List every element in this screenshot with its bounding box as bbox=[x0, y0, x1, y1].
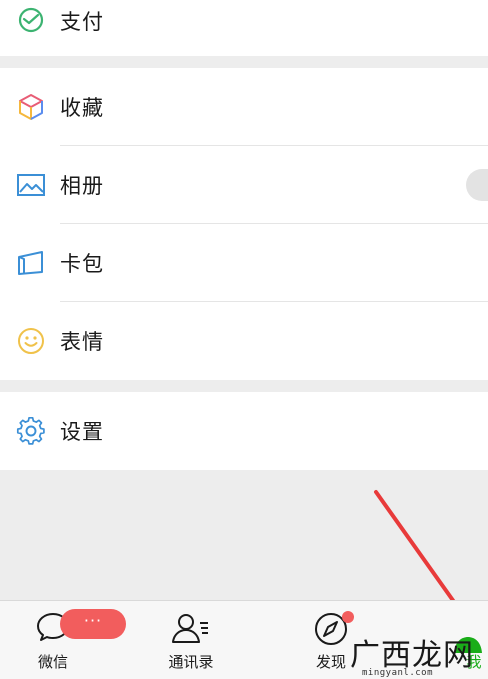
photo-icon bbox=[0, 172, 60, 198]
menu-item-stickers-label: 表情 bbox=[60, 330, 104, 354]
menu-item-favorites-label: 收藏 bbox=[60, 96, 104, 120]
menu-item-card-pack[interactable]: 卡包 bbox=[0, 224, 488, 302]
gear-icon bbox=[0, 416, 60, 446]
tab-contacts[interactable]: 通讯录 bbox=[146, 601, 236, 679]
cube-icon bbox=[0, 92, 60, 122]
menu-item-payment[interactable]: 支付 bbox=[0, 0, 488, 56]
features-group: 收藏 相册 卡包 表情 bbox=[0, 68, 488, 380]
unread-badge: ··· bbox=[60, 609, 126, 639]
menu-item-settings[interactable]: 设置 bbox=[0, 392, 488, 470]
menu-item-album[interactable]: 相册 bbox=[0, 146, 488, 224]
smiley-icon bbox=[0, 326, 60, 356]
wallet-icon bbox=[0, 249, 60, 277]
watermark-url: mingyanl.com bbox=[362, 668, 434, 678]
menu-item-favorites[interactable]: 收藏 bbox=[0, 68, 488, 146]
wechat-pay-icon bbox=[0, 0, 60, 34]
contacts-icon bbox=[171, 611, 211, 649]
menu-item-album-label: 相册 bbox=[60, 174, 104, 198]
settings-group: 设置 bbox=[0, 392, 488, 470]
tab-contacts-label: 通讯录 bbox=[168, 653, 214, 671]
payment-group: 支付 bbox=[0, 0, 488, 56]
menu-item-stickers[interactable]: 表情 bbox=[0, 302, 488, 380]
tab-chats-label: 微信 bbox=[37, 653, 68, 671]
scroll-handle[interactable] bbox=[466, 169, 488, 201]
menu-item-settings-label: 设置 bbox=[60, 420, 104, 444]
menu-item-payment-label: 支付 bbox=[60, 10, 104, 34]
discover-dot bbox=[342, 611, 354, 623]
menu-item-card-pack-label: 卡包 bbox=[60, 252, 104, 276]
